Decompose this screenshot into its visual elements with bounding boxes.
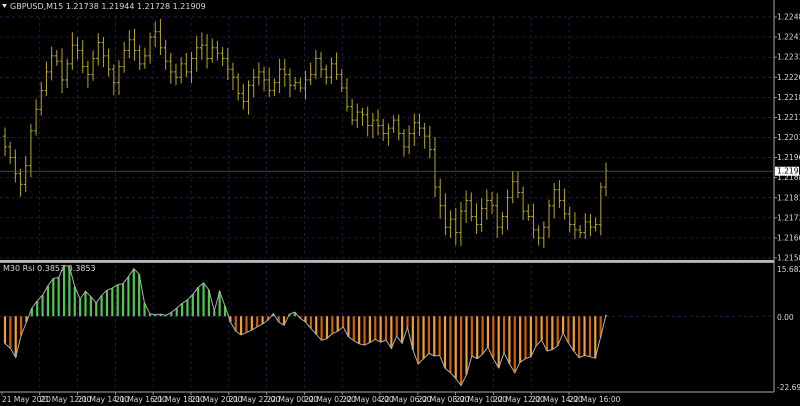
price-axis-label: 1.21735 bbox=[777, 213, 800, 222]
price-axis-label: 1.22110 bbox=[777, 113, 800, 122]
price-axis-label: 1.22185 bbox=[777, 93, 800, 102]
current-price-box: 1.21909 bbox=[775, 166, 800, 176]
price-axis-label: 1.21660 bbox=[777, 233, 800, 242]
price-axis-label: 1.22035 bbox=[777, 133, 800, 142]
price-axis-label: 1.22485 bbox=[777, 13, 800, 22]
price-axis-label: 1.22410 bbox=[777, 33, 800, 42]
price-axis-label: 1.22335 bbox=[777, 53, 800, 62]
indicator-label: M30 Rsi 0.3853 0.3853 bbox=[3, 264, 96, 273]
current-price-label: 1.21909 bbox=[777, 167, 800, 176]
chart-window[interactable]: 1.22485 1.22410 1.22335 1.22260 1.22185 1.221… bbox=[0, 0, 800, 406]
chart-background bbox=[0, 0, 800, 406]
indicator-zero-value: 0.00 bbox=[777, 313, 794, 322]
price-axis-label: 1.21960 bbox=[777, 153, 800, 162]
price-axis-label: 1.22260 bbox=[777, 73, 800, 82]
price-axis-label: 1.21585 bbox=[777, 254, 800, 263]
symbol-header: GBPUSD,M15 1.21738 1.21944 1.21728 1.219… bbox=[10, 2, 206, 11]
chart-canvas[interactable]: 1.22485 1.22410 1.22335 1.22260 1.22185 1.221… bbox=[0, 0, 800, 406]
indicator-top-value: 15.6826 bbox=[777, 265, 800, 274]
price-axis-label: 1.21810 bbox=[777, 193, 800, 202]
indicator-bottom-value: -22.6912 bbox=[777, 383, 800, 392]
time-axis-label: 22 May 16:00 bbox=[569, 395, 621, 404]
